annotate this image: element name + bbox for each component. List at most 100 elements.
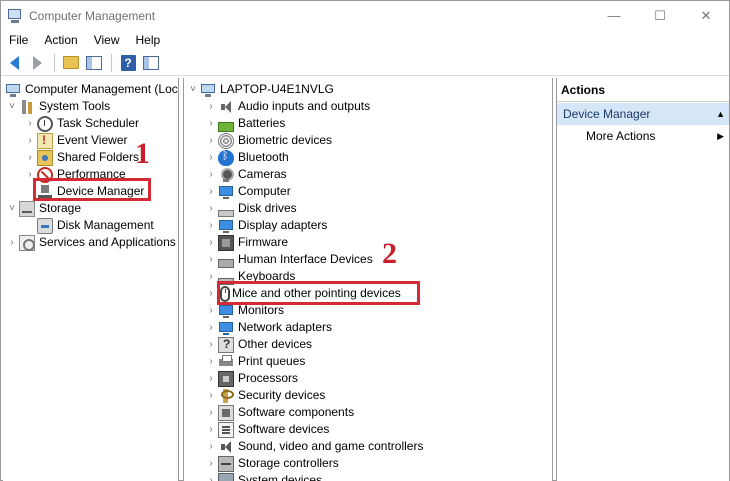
computer-icon	[5, 82, 21, 98]
chevron-right-icon[interactable]: ›	[206, 472, 216, 481]
chevron-right-icon[interactable]: ›	[206, 438, 216, 455]
title-bar[interactable]: Computer Management — ☐ ✕	[1, 1, 729, 30]
device-category-computer[interactable]: › Computer	[206, 183, 291, 200]
device-category-label: Batteries	[238, 116, 286, 130]
chevron-right-icon[interactable]: ›	[7, 234, 17, 251]
show-hide-action-pane-button[interactable]	[140, 52, 162, 74]
tree-item-label: Event Viewer	[57, 133, 128, 147]
maximize-button[interactable]: ☐	[637, 1, 683, 30]
actions-section-device-manager[interactable]: Device Manager ▲	[557, 103, 729, 125]
chevron-right-icon[interactable]: ›	[206, 132, 216, 149]
show-hide-console-tree-button[interactable]	[83, 52, 105, 74]
clock-icon	[37, 115, 53, 132]
storage-controller-icon	[218, 455, 234, 472]
chevron-right-icon[interactable]: ›	[206, 370, 216, 387]
tree-item-shared-folders[interactable]: › Shared Folders	[25, 149, 139, 166]
up-one-level-button[interactable]	[60, 52, 82, 74]
actions-header: Actions	[557, 78, 729, 102]
device-category-print-queues[interactable]: › Print queues	[206, 353, 305, 370]
tree-item-storage[interactable]: ˅ Storage	[7, 200, 81, 217]
tree-item-services-and-applications[interactable]: › Services and Applications	[7, 234, 176, 251]
tree-item-label: System Tools	[39, 99, 111, 113]
collapse-up-icon[interactable]: ▲	[716, 103, 725, 125]
tree-item-event-viewer[interactable]: › Event Viewer	[25, 132, 127, 149]
chevron-right-icon[interactable]: ›	[206, 183, 216, 200]
chevron-right-icon[interactable]: ›	[206, 115, 216, 132]
chevron-right-icon[interactable]: ›	[206, 421, 216, 438]
chevron-right-icon[interactable]: ›	[206, 234, 216, 251]
tree-item-task-scheduler[interactable]: › Task Scheduler	[25, 115, 139, 132]
device-category-audio[interactable]: › Audio inputs and outputs	[206, 98, 370, 115]
computer-management-icon	[7, 8, 23, 24]
menu-view[interactable]: View	[86, 30, 128, 50]
device-category-disk-drives[interactable]: › Disk drives	[206, 200, 297, 217]
chevron-right-icon[interactable]: ›	[206, 387, 216, 404]
more-actions-label: More Actions	[586, 129, 656, 143]
device-category-system-devices[interactable]: › System devices	[206, 472, 322, 481]
chevron-right-icon[interactable]: ›	[206, 251, 216, 268]
actions-pane: Actions Device Manager ▲ More Actions ▶	[556, 78, 729, 481]
chevron-right-icon[interactable]: ›	[206, 268, 216, 285]
help-icon: ?	[120, 54, 136, 71]
close-button[interactable]: ✕	[683, 1, 729, 30]
tree-item-disk-management[interactable]: Disk Management	[35, 217, 154, 234]
chevron-right-icon[interactable]: ›	[206, 200, 216, 217]
device-category-sound-video-game[interactable]: › Sound, video and game controllers	[206, 438, 423, 455]
forward-button[interactable]	[26, 52, 48, 74]
device-category-firmware[interactable]: › Firmware	[206, 234, 288, 251]
chevron-down-icon[interactable]: ˅	[7, 98, 17, 115]
chevron-right-icon[interactable]: ›	[25, 149, 35, 166]
back-button[interactable]	[3, 52, 25, 74]
shared-folder-icon	[37, 149, 53, 166]
device-category-label: System devices	[238, 473, 323, 481]
device-category-storage-controllers[interactable]: › Storage controllers	[206, 455, 339, 472]
computer-management-window: Computer Management — ☐ ✕ File Action Vi…	[0, 0, 730, 481]
chevron-right-icon[interactable]: ›	[25, 132, 35, 149]
chevron-right-icon[interactable]: ›	[206, 336, 216, 353]
device-category-label: Computer	[238, 184, 291, 198]
chevron-right-icon[interactable]: ›	[206, 217, 216, 234]
help-button[interactable]: ?	[117, 52, 139, 74]
chevron-down-icon[interactable]: ˅	[7, 200, 17, 217]
tree-item-system-tools[interactable]: ˅ System Tools	[7, 98, 110, 115]
device-category-display-adapters[interactable]: › Display adapters	[206, 217, 327, 234]
highlight-device-manager	[33, 178, 151, 201]
software-component-icon	[218, 404, 234, 421]
chevron-right-icon[interactable]: ›	[206, 455, 216, 472]
chevron-right-icon[interactable]: ›	[206, 149, 216, 166]
other-devices-icon	[218, 336, 234, 353]
menu-help[interactable]: Help	[128, 30, 169, 50]
menu-file[interactable]: File	[1, 30, 36, 50]
device-category-network-adapters[interactable]: › Network adapters	[206, 319, 332, 336]
chevron-right-icon[interactable]: ›	[25, 115, 35, 132]
printer-icon	[218, 354, 234, 370]
bluetooth-icon	[218, 149, 234, 166]
chevron-right-icon[interactable]: ›	[206, 404, 216, 421]
tools-icon	[19, 99, 35, 115]
device-category-other-devices[interactable]: › Other devices	[206, 336, 312, 353]
device-category-software-devices[interactable]: › Software devices	[206, 421, 329, 438]
more-actions-item[interactable]: More Actions ▶	[557, 126, 729, 146]
device-category-hid[interactable]: › Human Interface Devices	[206, 251, 373, 268]
device-category-label: Display adapters	[238, 218, 328, 232]
device-category-software-components[interactable]: › Software components	[206, 404, 354, 421]
device-category-biometric[interactable]: › Biometric devices	[206, 132, 332, 149]
minimize-button[interactable]: —	[591, 1, 637, 30]
chevron-right-icon[interactable]: ›	[206, 302, 216, 319]
annotation-step-2: 2	[382, 237, 397, 270]
chevron-right-icon[interactable]: ›	[206, 166, 216, 183]
device-category-cameras[interactable]: › Cameras	[206, 166, 287, 183]
device-tree-root[interactable]: ˅ LAPTOP-U4E1NVLG	[188, 81, 334, 98]
chevron-right-icon[interactable]: ›	[206, 353, 216, 370]
chevron-down-icon[interactable]: ˅	[188, 81, 198, 98]
device-category-label: Disk drives	[238, 201, 297, 215]
device-category-batteries[interactable]: › Batteries	[206, 115, 285, 132]
device-category-bluetooth[interactable]: › Bluetooth	[206, 149, 289, 166]
device-category-security-devices[interactable]: › Security devices	[206, 387, 325, 404]
tree-item-computer-management[interactable]: Computer Management (Local)	[3, 81, 178, 98]
chevron-right-icon[interactable]: ›	[206, 285, 216, 302]
chevron-right-icon[interactable]: ›	[206, 319, 216, 336]
chevron-right-icon[interactable]: ›	[206, 98, 216, 115]
device-category-processors[interactable]: › Processors	[206, 370, 298, 387]
menu-action[interactable]: Action	[36, 30, 85, 50]
